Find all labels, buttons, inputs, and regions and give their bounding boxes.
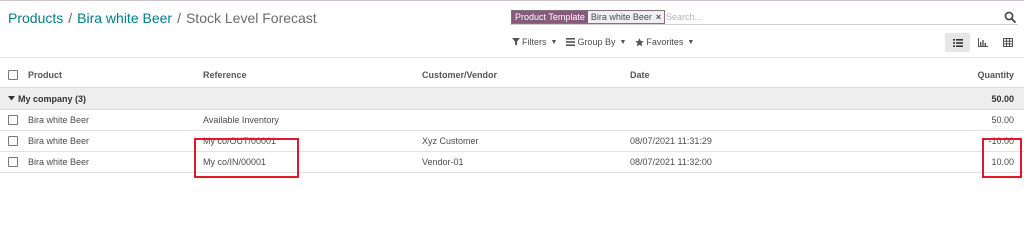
caret-down-icon: ▼ bbox=[550, 38, 558, 46]
group-total: 50.00 bbox=[991, 93, 1014, 104]
quantity-cell: 50.00 bbox=[991, 115, 1014, 125]
bar-chart-icon bbox=[977, 38, 988, 47]
row-checkbox[interactable] bbox=[8, 115, 18, 125]
reference-highlight-box bbox=[194, 138, 299, 178]
breadcrumb-product-template[interactable]: Bira white Beer bbox=[77, 10, 172, 26]
select-all-checkbox[interactable] bbox=[8, 69, 18, 80]
favorites-label: Favorites bbox=[646, 37, 684, 47]
graph-view-button[interactable] bbox=[970, 33, 995, 52]
caret-down-icon: ▼ bbox=[619, 38, 627, 46]
column-header-customer[interactable]: Customer/Vendor bbox=[422, 62, 497, 87]
page-title: Stock Level Forecast bbox=[185, 10, 317, 26]
caret-down-icon bbox=[8, 96, 15, 101]
facet-remove-button[interactable]: × bbox=[654, 11, 665, 23]
group-row[interactable]: My company (3) 50.00 bbox=[0, 88, 1024, 110]
table-row[interactable]: Bira white Beer My co/OUT/00001 Xyz Cust… bbox=[0, 131, 1024, 152]
product-cell: Bira white Beer bbox=[28, 115, 90, 125]
breadcrumb-products[interactable]: Products bbox=[8, 10, 63, 26]
pivot-table-icon bbox=[1002, 38, 1013, 47]
list-view-button[interactable] bbox=[945, 33, 970, 52]
group-name: My company (3) bbox=[18, 93, 87, 104]
star-icon bbox=[635, 37, 645, 46]
quantity-highlight-box bbox=[982, 138, 1022, 178]
search-bar: Product Template Bira white Beer × bbox=[510, 9, 1018, 25]
breadcrumb: Products / Bira white Beer / Stock Level For… bbox=[8, 10, 317, 26]
product-cell: Bira white Beer bbox=[28, 157, 90, 167]
column-header-product[interactable]: Product bbox=[28, 62, 62, 87]
group-label: My company (3) bbox=[8, 88, 86, 109]
row-checkbox[interactable] bbox=[8, 136, 18, 146]
row-checkbox[interactable] bbox=[8, 157, 18, 167]
list-bars-icon bbox=[566, 38, 576, 46]
filters-menu[interactable]: Filters ▼ bbox=[512, 37, 557, 47]
search-icon[interactable] bbox=[1004, 11, 1016, 23]
caret-down-icon: ▼ bbox=[687, 38, 695, 46]
control-panel: Products / Bira white Beer / Stock Level For… bbox=[0, 1, 1024, 58]
search-options: Filters ▼ Group By ▼ Favorites ▼ bbox=[512, 37, 694, 47]
forecast-list: Product Reference Customer/Vendor Date Q… bbox=[0, 62, 1024, 173]
customer-cell: Vendor-01 bbox=[422, 157, 464, 167]
view-switcher bbox=[945, 33, 1020, 52]
column-header-reference[interactable]: Reference bbox=[203, 62, 247, 87]
table-row[interactable]: Bira white Beer Available Inventory 50.0… bbox=[0, 110, 1024, 131]
table-row[interactable]: Bira white Beer My co/IN/00001 Vendor-01… bbox=[0, 152, 1024, 173]
group-by-label: Group By bbox=[577, 37, 616, 47]
column-header-date[interactable]: Date bbox=[630, 62, 650, 87]
table-header: Product Reference Customer/Vendor Date Q… bbox=[0, 62, 1024, 88]
facet-category: Product Template bbox=[512, 11, 588, 23]
favorites-menu[interactable]: Favorites ▼ bbox=[635, 37, 694, 47]
breadcrumb-separator: / bbox=[177, 10, 181, 26]
search-input[interactable] bbox=[666, 10, 986, 23]
pivot-view-button[interactable] bbox=[995, 33, 1020, 52]
reference-cell: Available Inventory bbox=[203, 115, 279, 125]
list-view-icon bbox=[952, 38, 963, 47]
column-header-quantity[interactable]: Quantity bbox=[977, 62, 1014, 87]
customer-cell: Xyz Customer bbox=[422, 136, 479, 146]
filters-label: Filters bbox=[522, 37, 547, 47]
group-by-menu[interactable]: Group By ▼ bbox=[566, 37, 626, 47]
date-cell: 08/07/2021 11:32:00 bbox=[630, 157, 712, 167]
filter-icon bbox=[512, 38, 520, 46]
search-facet: Product Template Bira white Beer × bbox=[511, 10, 666, 24]
product-cell: Bira white Beer bbox=[28, 136, 90, 146]
date-cell: 08/07/2021 11:31:29 bbox=[630, 136, 712, 146]
breadcrumb-separator: / bbox=[68, 10, 73, 26]
facet-value: Bira white Beer bbox=[587, 11, 655, 23]
